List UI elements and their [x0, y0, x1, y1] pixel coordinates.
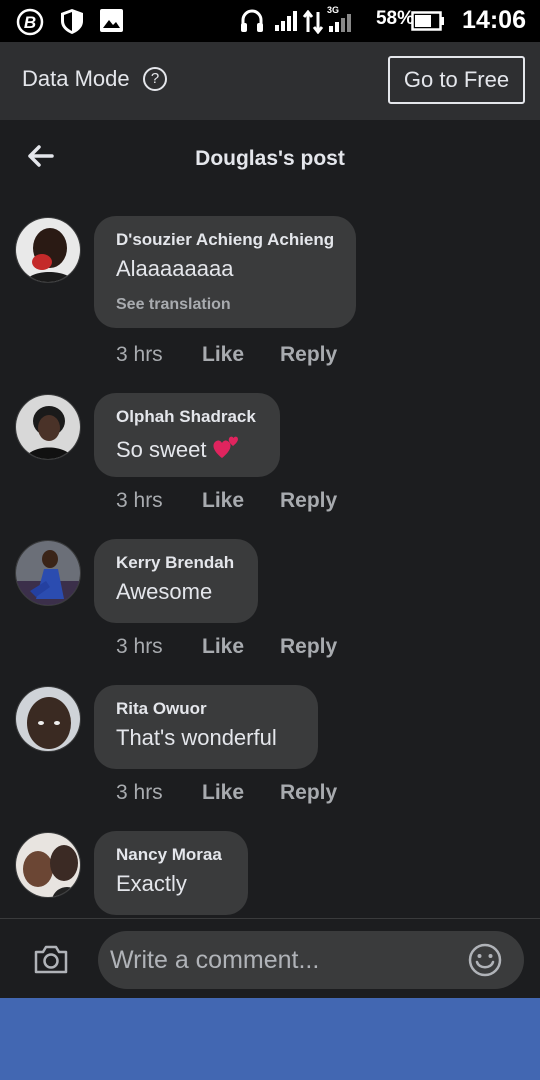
comment-text: Exactly — [116, 871, 187, 896]
image-icon — [100, 9, 123, 32]
avatar[interactable] — [15, 217, 81, 283]
data-transfer-icon — [302, 10, 324, 34]
shield-icon — [61, 9, 83, 34]
comment-text-row: So sweet — [116, 433, 260, 463]
battery-percent: 58% — [375, 8, 414, 29]
help-icon[interactable]: ? — [143, 67, 167, 91]
svg-text:B: B — [24, 13, 36, 32]
page-title: Douglas's post — [195, 147, 345, 170]
comment-bubble[interactable]: Nancy Moraa Exactly — [94, 831, 248, 915]
go-to-free-button[interactable]: Go to Free — [388, 56, 525, 104]
comment-text: That's wonderful — [116, 725, 277, 750]
like-button[interactable]: Like — [202, 343, 244, 367]
post-header: Douglas's post — [0, 120, 540, 200]
comment-text: So sweet — [116, 437, 207, 462]
signal-secondary-icon — [329, 14, 351, 32]
comment-time: 3 hrs — [116, 343, 163, 366]
like-button[interactable]: Like — [202, 489, 244, 513]
commenter-name[interactable]: Olphah Shadrack — [116, 407, 260, 427]
camera-icon[interactable] — [33, 943, 69, 975]
clock: 14:06 — [462, 6, 526, 34]
reply-button[interactable]: Reply — [280, 489, 337, 513]
avatar[interactable] — [15, 832, 81, 898]
browser-b-icon: B — [16, 8, 44, 36]
avatar[interactable] — [15, 394, 81, 460]
signal-icon — [275, 11, 297, 31]
comment-bubble[interactable]: Rita Owuor That's wonderful — [94, 685, 318, 769]
comment-input[interactable]: Write a comment... — [98, 931, 524, 989]
comment-bubble[interactable]: Kerry Brendah Awesome — [94, 539, 258, 623]
data-mode-bar: Data Mode ? Go to Free — [0, 42, 540, 120]
avatar[interactable] — [15, 540, 81, 606]
data-mode-label: Data Mode — [22, 66, 130, 91]
comment-time: 3 hrs — [116, 489, 163, 512]
commenter-name[interactable]: Rita Owuor — [116, 699, 298, 719]
comment-text: Alaaaaaaaa — [116, 256, 234, 281]
see-translation-link[interactable]: See translation — [116, 296, 336, 314]
reply-button[interactable]: Reply — [280, 635, 337, 659]
comment-bubble[interactable]: Olphah Shadrack So sweet — [94, 393, 280, 477]
battery-icon — [411, 11, 444, 31]
commenter-name[interactable]: Nancy Moraa — [116, 845, 228, 865]
emoji-icon[interactable] — [467, 942, 503, 978]
comment-time: 3 hrs — [116, 781, 163, 804]
headphones-icon — [241, 9, 263, 32]
reply-button[interactable]: Reply — [280, 343, 337, 367]
comment-time: 3 hrs — [116, 635, 163, 658]
like-button[interactable]: Like — [202, 635, 244, 659]
two-hearts-icon — [212, 436, 238, 458]
comment-composer: Write a comment... — [0, 918, 540, 999]
comment-bubble[interactable]: D'souzier Achieng Achieng Alaaaaaaaa See… — [94, 216, 356, 328]
reply-button[interactable]: Reply — [280, 781, 337, 805]
bottom-brand-bar — [0, 998, 540, 1080]
commenter-name[interactable]: D'souzier Achieng Achieng — [116, 230, 336, 250]
comment-text: Awesome — [116, 579, 213, 604]
commenter-name[interactable]: Kerry Brendah — [116, 553, 238, 573]
like-button[interactable]: Like — [202, 781, 244, 805]
avatar[interactable] — [15, 686, 81, 752]
status-bar: B 3G 58% 14:06 — [0, 0, 540, 42]
